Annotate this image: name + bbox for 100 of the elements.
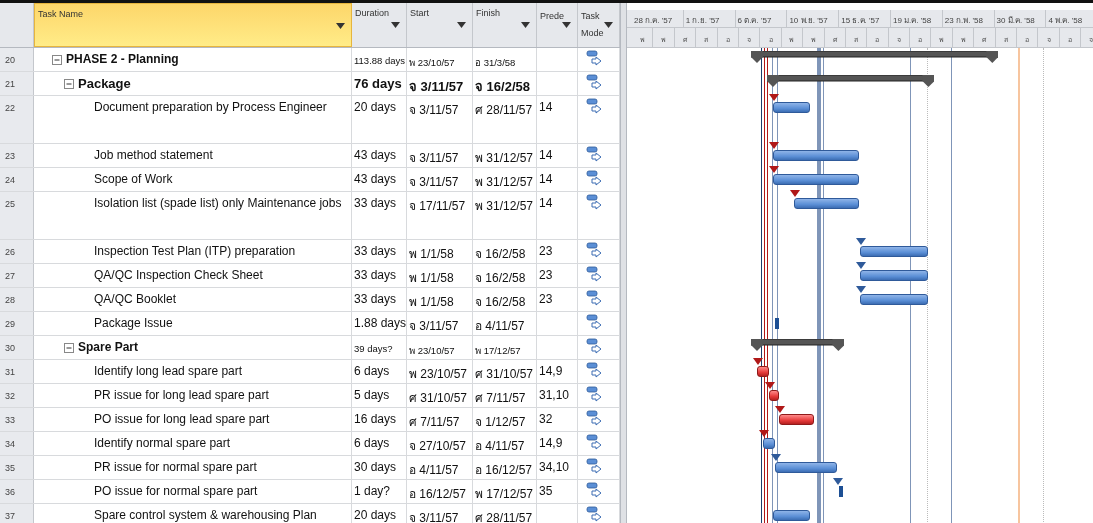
dropdown-arrow-icon[interactable] — [336, 23, 345, 29]
task-bar[interactable] — [793, 198, 859, 209]
auto-scheduled-icon — [586, 314, 602, 332]
finish-cell: จ 16/2/58 — [473, 72, 537, 95]
row-number: 23 — [0, 144, 34, 167]
start-cell: พ 23/10/57 — [407, 48, 473, 71]
task-bar[interactable] — [773, 102, 811, 113]
summary-bar[interactable] — [750, 51, 999, 63]
start-cell: จ 3/11/57 — [407, 72, 473, 95]
row-number: 34 — [0, 432, 34, 455]
column-header[interactable]: Task Mode — [578, 3, 620, 47]
start-cell: จ 3/11/57 — [407, 504, 473, 523]
task-name: PO issue for normal spare part — [94, 484, 258, 498]
start-cell: พ 1/1/58 — [407, 264, 473, 287]
duration-cell: 20 days — [352, 504, 407, 523]
row-number: 31 — [0, 360, 34, 383]
collapse-icon[interactable] — [64, 79, 74, 89]
auto-scheduled-icon — [586, 266, 602, 284]
task-name: PHASE 2 - Planning — [66, 52, 179, 66]
auto-scheduled-icon — [586, 50, 602, 68]
predecessors-cell: 23 — [537, 240, 578, 263]
task-name: PR issue for normal spare part — [94, 460, 257, 474]
dropdown-arrow-icon[interactable] — [457, 22, 466, 28]
duration-cell: 76 days — [352, 72, 407, 95]
task-name: Document preparation by Process Engineer — [94, 100, 327, 114]
auto-scheduled-icon — [586, 434, 602, 452]
row-number: 21 — [0, 72, 34, 95]
predecessors-cell: 23 — [537, 288, 578, 311]
task-name: PR issue for long lead spare part — [94, 388, 269, 402]
row-number: 22 — [0, 96, 34, 143]
duration-cell: 30 days — [352, 456, 407, 479]
task-name: Package Issue — [94, 316, 173, 330]
timescale-label: 1 ก.ย. '57 — [683, 10, 736, 27]
collapse-icon[interactable] — [52, 55, 62, 65]
duration-cell: 5 days — [352, 384, 407, 407]
column-header[interactable]: Prede — [537, 3, 578, 47]
column-header[interactable]: Start — [407, 3, 473, 47]
timescale-label: 19 ม.ค. '58 — [891, 10, 943, 27]
finish-cell: ศ 7/11/57 — [473, 384, 537, 407]
start-cell: พ 1/1/58 — [407, 240, 473, 263]
task-marker[interactable] — [775, 318, 780, 329]
duration-cell: 33 days — [352, 192, 407, 239]
auto-scheduled-icon — [586, 242, 602, 260]
start-cell: พ 23/10/57 — [407, 360, 473, 383]
task-marker[interactable] — [838, 486, 843, 497]
collapse-icon[interactable] — [64, 343, 74, 353]
start-cell: จ 3/11/57 — [407, 144, 473, 167]
finish-cell: ศ 31/10/57 — [473, 360, 537, 383]
task-name: Identify normal spare part — [94, 436, 231, 450]
dropdown-arrow-icon[interactable] — [604, 22, 613, 28]
summary-bar[interactable] — [767, 75, 935, 87]
duration-cell: 43 days — [352, 168, 407, 191]
task-bar[interactable] — [773, 510, 811, 521]
predecessors-cell: 14 — [537, 144, 578, 167]
dropdown-arrow-icon[interactable] — [391, 22, 400, 28]
duration-cell: 33 days — [352, 264, 407, 287]
auto-scheduled-icon — [586, 458, 602, 476]
predecessors-cell: 34,10 — [537, 456, 578, 479]
task-name: PO issue for long lead spare part — [94, 412, 270, 426]
summary-bar[interactable] — [750, 339, 845, 351]
row-number: 20 — [0, 48, 34, 71]
task-name: Identify long lead spare part — [94, 364, 243, 378]
row-number: 25 — [0, 192, 34, 239]
task-name: Scope of Work — [94, 172, 173, 186]
dropdown-arrow-icon[interactable] — [562, 22, 571, 28]
column-header[interactable]: Finish — [473, 3, 537, 47]
finish-cell: พ 31/12/57 — [473, 192, 537, 239]
start-cell: ศ 31/10/57 — [407, 384, 473, 407]
finish-cell: ศ 28/11/57 — [473, 504, 537, 523]
dropdown-arrow-icon[interactable] — [521, 22, 530, 28]
task-name: QA/QC Booklet — [94, 292, 177, 306]
row-number: 36 — [0, 480, 34, 503]
auto-scheduled-icon — [586, 338, 602, 356]
row-number: 29 — [0, 312, 34, 335]
predecessors-cell: 14 — [537, 96, 578, 143]
duration-cell: 1.88 days — [352, 312, 407, 335]
row-number: 26 — [0, 240, 34, 263]
task-bar[interactable] — [762, 438, 775, 449]
finish-cell: จ 16/2/58 — [473, 264, 537, 287]
finish-cell: อ 4/11/57 — [473, 312, 537, 335]
task-bar[interactable] — [774, 462, 837, 473]
row-number: 24 — [0, 168, 34, 191]
predecessors-cell: 14 — [537, 192, 578, 239]
task-bar[interactable] — [768, 390, 779, 401]
timescale-label: 28 ก.ค. '57 — [632, 10, 684, 27]
column-header[interactable]: Duration — [352, 3, 407, 47]
duration-cell: 43 days — [352, 144, 407, 167]
task-bar[interactable] — [778, 414, 815, 425]
finish-cell: จ 16/2/58 — [473, 240, 537, 263]
finish-cell: พ 31/12/57 — [473, 168, 537, 191]
row-number: 27 — [0, 264, 34, 287]
predecessors-cell: 23 — [537, 264, 578, 287]
task-name: Isolation list (spade list) only Maintenance jobs — [94, 196, 342, 210]
duration-cell: 113.88 days — [352, 48, 407, 71]
finish-cell: อ 4/11/57 — [473, 432, 537, 455]
auto-scheduled-icon — [586, 290, 602, 308]
task-bar[interactable] — [756, 366, 769, 377]
finish-cell: จ 16/2/58 — [473, 288, 537, 311]
duration-cell: 6 days — [352, 432, 407, 455]
column-header[interactable]: Task Name — [34, 3, 352, 47]
